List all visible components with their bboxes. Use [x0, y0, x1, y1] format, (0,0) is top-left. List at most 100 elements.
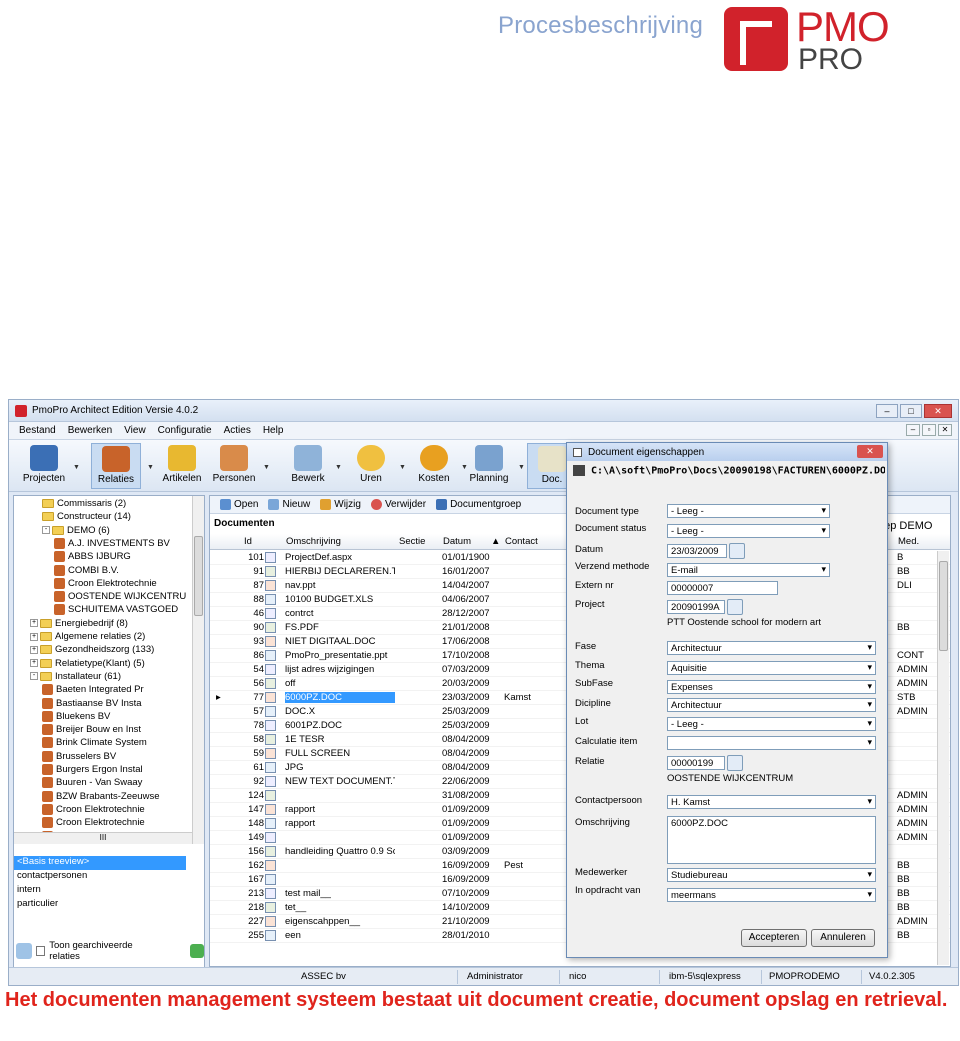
- tree-node[interactable]: ABBS IJBURG: [54, 550, 131, 563]
- menu-view[interactable]: View: [124, 425, 146, 436]
- menu-bestand[interactable]: Bestand: [19, 425, 56, 436]
- window-titlebar[interactable]: PmoPro Architect Edition Versie 4.0.2 – …: [9, 400, 958, 422]
- archive-checkbox[interactable]: [35, 946, 46, 956]
- contactpersoon-select[interactable]: H. Kamst: [667, 795, 876, 809]
- expand-toggle-icon[interactable]: +: [30, 659, 38, 668]
- tree-node[interactable]: Brusselers BV: [42, 750, 116, 763]
- tree-node[interactable]: Baeten Integrated Pr: [42, 683, 144, 696]
- medewerker-select[interactable]: Studiebureau: [667, 868, 876, 882]
- calculatie-select[interactable]: [667, 736, 876, 750]
- toolbar-kosten[interactable]: Kosten: [409, 443, 459, 489]
- list-item[interactable]: <Basis treeview>: [14, 856, 186, 870]
- mdi-minimize-button[interactable]: –: [906, 424, 920, 436]
- delete-button[interactable]: Verwijder: [370, 498, 426, 510]
- tree-node[interactable]: + Gezondheidszorg (133): [30, 643, 154, 656]
- tree-node[interactable]: BZW Brabants-Zeeuwse: [42, 790, 159, 803]
- cancel-button[interactable]: Annuleren: [811, 929, 875, 947]
- tree-node[interactable]: Commissaris (2): [42, 497, 126, 510]
- tree-node[interactable]: - DEMO (6): [42, 524, 110, 537]
- tree-vscrollbar[interactable]: [192, 496, 204, 844]
- opdracht-select[interactable]: meermans: [667, 888, 876, 902]
- col-med[interactable]: Med.: [898, 536, 919, 547]
- tree-node[interactable]: Bluekens BV: [42, 710, 110, 723]
- list-item[interactable]: intern: [14, 884, 204, 898]
- tree-node[interactable]: A.J. INVESTMENTS BV: [54, 537, 170, 550]
- expand-toggle-icon[interactable]: +: [30, 645, 38, 654]
- tree-node[interactable]: OOSTENDE WIJKCENTRU: [54, 590, 186, 603]
- menu-acties[interactable]: Acties: [224, 425, 251, 436]
- relatie-search-icon[interactable]: [727, 755, 743, 771]
- tree-node[interactable]: + Relatietype(Klant) (5): [30, 657, 145, 670]
- dialog-titlebar[interactable]: Document eigenschappen: [567, 443, 887, 461]
- dialog-close-button[interactable]: ✕: [857, 445, 883, 458]
- col-id[interactable]: Id: [244, 536, 252, 547]
- toolbar-personen[interactable]: Personen: [209, 443, 259, 489]
- tree-node[interactable]: + Algemene relaties (2): [30, 630, 145, 643]
- list-item[interactable]: particulier: [14, 898, 204, 912]
- menu-help[interactable]: Help: [263, 425, 284, 436]
- tree-node[interactable]: COMBI B.V.: [54, 564, 119, 577]
- toolbar-artikelen[interactable]: Artikelen: [157, 443, 207, 489]
- expand-toggle-icon[interactable]: +: [30, 619, 38, 628]
- bewerk-dropdown-icon[interactable]: ▼: [335, 464, 342, 471]
- tree-node[interactable]: SCHUITEMA VASTGOED: [54, 603, 178, 616]
- tree-node[interactable]: Buuren - Van Swaay: [42, 776, 142, 789]
- new-button[interactable]: Nieuw: [268, 498, 310, 510]
- toolbar-relaties[interactable]: Relaties: [91, 443, 141, 489]
- relaties-dropdown-icon[interactable]: ▼: [147, 464, 154, 471]
- personen-dropdown-icon[interactable]: ▼: [263, 464, 270, 471]
- tree-node[interactable]: Bastiaanse BV Insta: [42, 697, 142, 710]
- verzend-select[interactable]: E-mail: [667, 563, 830, 577]
- relatie-field[interactable]: 00000199: [667, 756, 725, 770]
- tree-scroll-thumb[interactable]: [194, 536, 203, 616]
- planning-dropdown-icon[interactable]: ▼: [518, 464, 525, 471]
- col-sectie[interactable]: Sectie: [399, 536, 425, 547]
- tree-node[interactable]: Burgers Ergon Instal: [42, 763, 143, 776]
- col-datum[interactable]: Datum: [443, 536, 471, 547]
- grid-scroll-thumb[interactable]: [939, 561, 948, 651]
- mdi-close-button[interactable]: ✕: [938, 424, 952, 436]
- grid-vscrollbar[interactable]: [937, 551, 949, 965]
- projecten-dropdown-icon[interactable]: ▼: [73, 464, 80, 471]
- menu-bewerken[interactable]: Bewerken: [68, 425, 112, 436]
- minimize-button[interactable]: –: [876, 404, 898, 418]
- expand-toggle-icon[interactable]: -: [42, 526, 50, 535]
- tree-node[interactable]: Breijer Bouw en Inst: [42, 723, 141, 736]
- accept-button[interactable]: Accepteren: [741, 929, 807, 947]
- refresh-icon[interactable]: [190, 944, 204, 958]
- toolbar-projecten[interactable]: Projecten: [19, 443, 69, 489]
- subfase-select[interactable]: Expenses: [667, 680, 876, 694]
- tree-node[interactable]: + Energiebedrijf (8): [30, 617, 128, 630]
- tree-hscrollbar[interactable]: III: [14, 832, 192, 844]
- tree-node[interactable]: Brink Climate System: [42, 736, 147, 749]
- expand-toggle-icon[interactable]: -: [30, 672, 38, 681]
- document-status-select[interactable]: - Leeg -: [667, 524, 830, 538]
- toolbar-uren[interactable]: Uren: [346, 443, 396, 489]
- tree-node[interactable]: Croon Elektrotechnie: [42, 803, 145, 816]
- mdi-restore-button[interactable]: ▫: [922, 424, 936, 436]
- tree-node[interactable]: Croon Elektrotechnie: [54, 577, 157, 590]
- uren-dropdown-icon[interactable]: ▼: [399, 464, 406, 471]
- search-icon[interactable]: [16, 943, 32, 959]
- list-item[interactable]: contactpersonen: [14, 870, 204, 884]
- documentgroup-button[interactable]: Documentgroep: [436, 498, 521, 510]
- dicipline-select[interactable]: Architectuur: [667, 698, 876, 712]
- lot-select[interactable]: - Leeg -: [667, 717, 876, 731]
- tree-node[interactable]: - Installateur (61): [30, 670, 121, 683]
- omschrijving-textarea[interactable]: 6000PZ.DOC: [667, 816, 876, 864]
- document-type-select[interactable]: - Leeg -: [667, 504, 830, 518]
- maximize-button[interactable]: □: [900, 404, 922, 418]
- menu-configuratie[interactable]: Configuratie: [158, 425, 212, 436]
- extern-field[interactable]: 00000007: [667, 581, 778, 595]
- expand-toggle-icon[interactable]: +: [30, 632, 38, 641]
- thema-select[interactable]: Aquisitie: [667, 661, 876, 675]
- open-button[interactable]: Open: [220, 498, 258, 510]
- tree-node[interactable]: Constructeur (14): [42, 510, 131, 523]
- tree-node[interactable]: Croon Elektrotechnie: [42, 816, 145, 829]
- toolbar-planning[interactable]: Planning: [464, 443, 514, 489]
- fase-select[interactable]: Architectuur: [667, 641, 876, 655]
- close-button[interactable]: ✕: [924, 404, 952, 418]
- calendar-icon[interactable]: [729, 543, 745, 559]
- col-contact[interactable]: Contact: [505, 536, 538, 547]
- project-field[interactable]: 20090199A: [667, 600, 725, 614]
